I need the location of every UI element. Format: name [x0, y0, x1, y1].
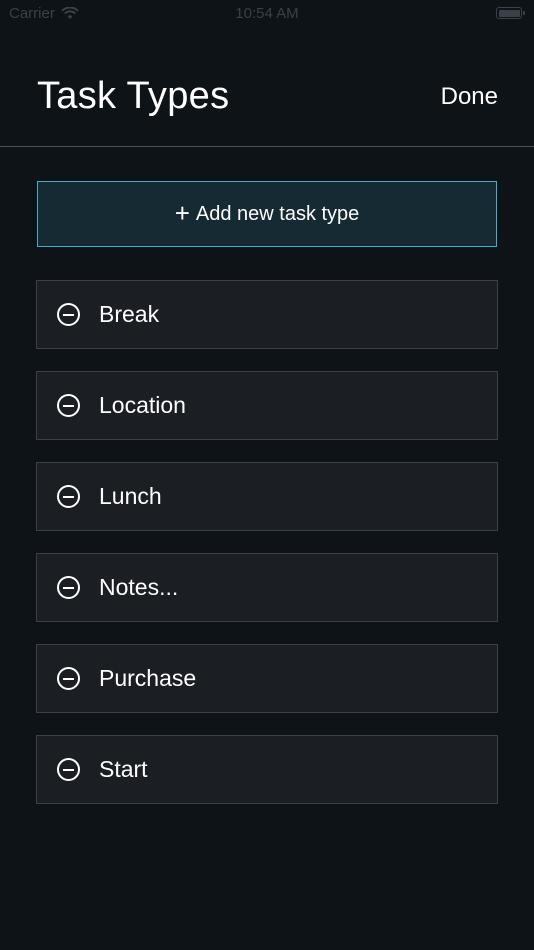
status-bar: Carrier 10:54 AM: [0, 0, 534, 28]
task-type-row[interactable]: Purchase: [36, 644, 498, 713]
task-type-row[interactable]: Start: [36, 735, 498, 804]
add-task-type-button[interactable]: + Add new task type: [37, 181, 497, 247]
task-type-row[interactable]: Lunch: [36, 462, 498, 531]
navigation-header: Task Types Done: [0, 28, 534, 147]
remove-circle-icon[interactable]: [57, 667, 80, 690]
task-type-label: Purchase: [99, 665, 197, 691]
task-type-label: Location: [99, 392, 186, 418]
remove-circle-icon[interactable]: [57, 394, 80, 417]
remove-circle-icon[interactable]: [57, 485, 80, 508]
task-type-row[interactable]: Break: [36, 280, 498, 349]
task-type-list: Break Location Lunch Notes... Purchase S…: [36, 280, 498, 826]
done-button[interactable]: Done: [441, 83, 498, 111]
task-type-label: Start: [99, 756, 148, 782]
task-type-row[interactable]: Location: [36, 371, 498, 440]
remove-circle-icon[interactable]: [57, 576, 80, 599]
remove-circle-icon[interactable]: [57, 303, 80, 326]
remove-circle-icon[interactable]: [57, 758, 80, 781]
battery-icon: [496, 7, 525, 19]
plus-icon: +: [174, 197, 190, 228]
task-type-row[interactable]: Notes...: [36, 553, 498, 622]
task-type-label: Lunch: [99, 483, 162, 509]
add-task-type-label: Add new task type: [195, 202, 360, 225]
page-title: Task Types: [37, 75, 230, 117]
status-time: 10:54 AM: [235, 5, 299, 22]
task-type-label: Break: [99, 301, 160, 327]
task-type-label: Notes...: [99, 574, 179, 600]
